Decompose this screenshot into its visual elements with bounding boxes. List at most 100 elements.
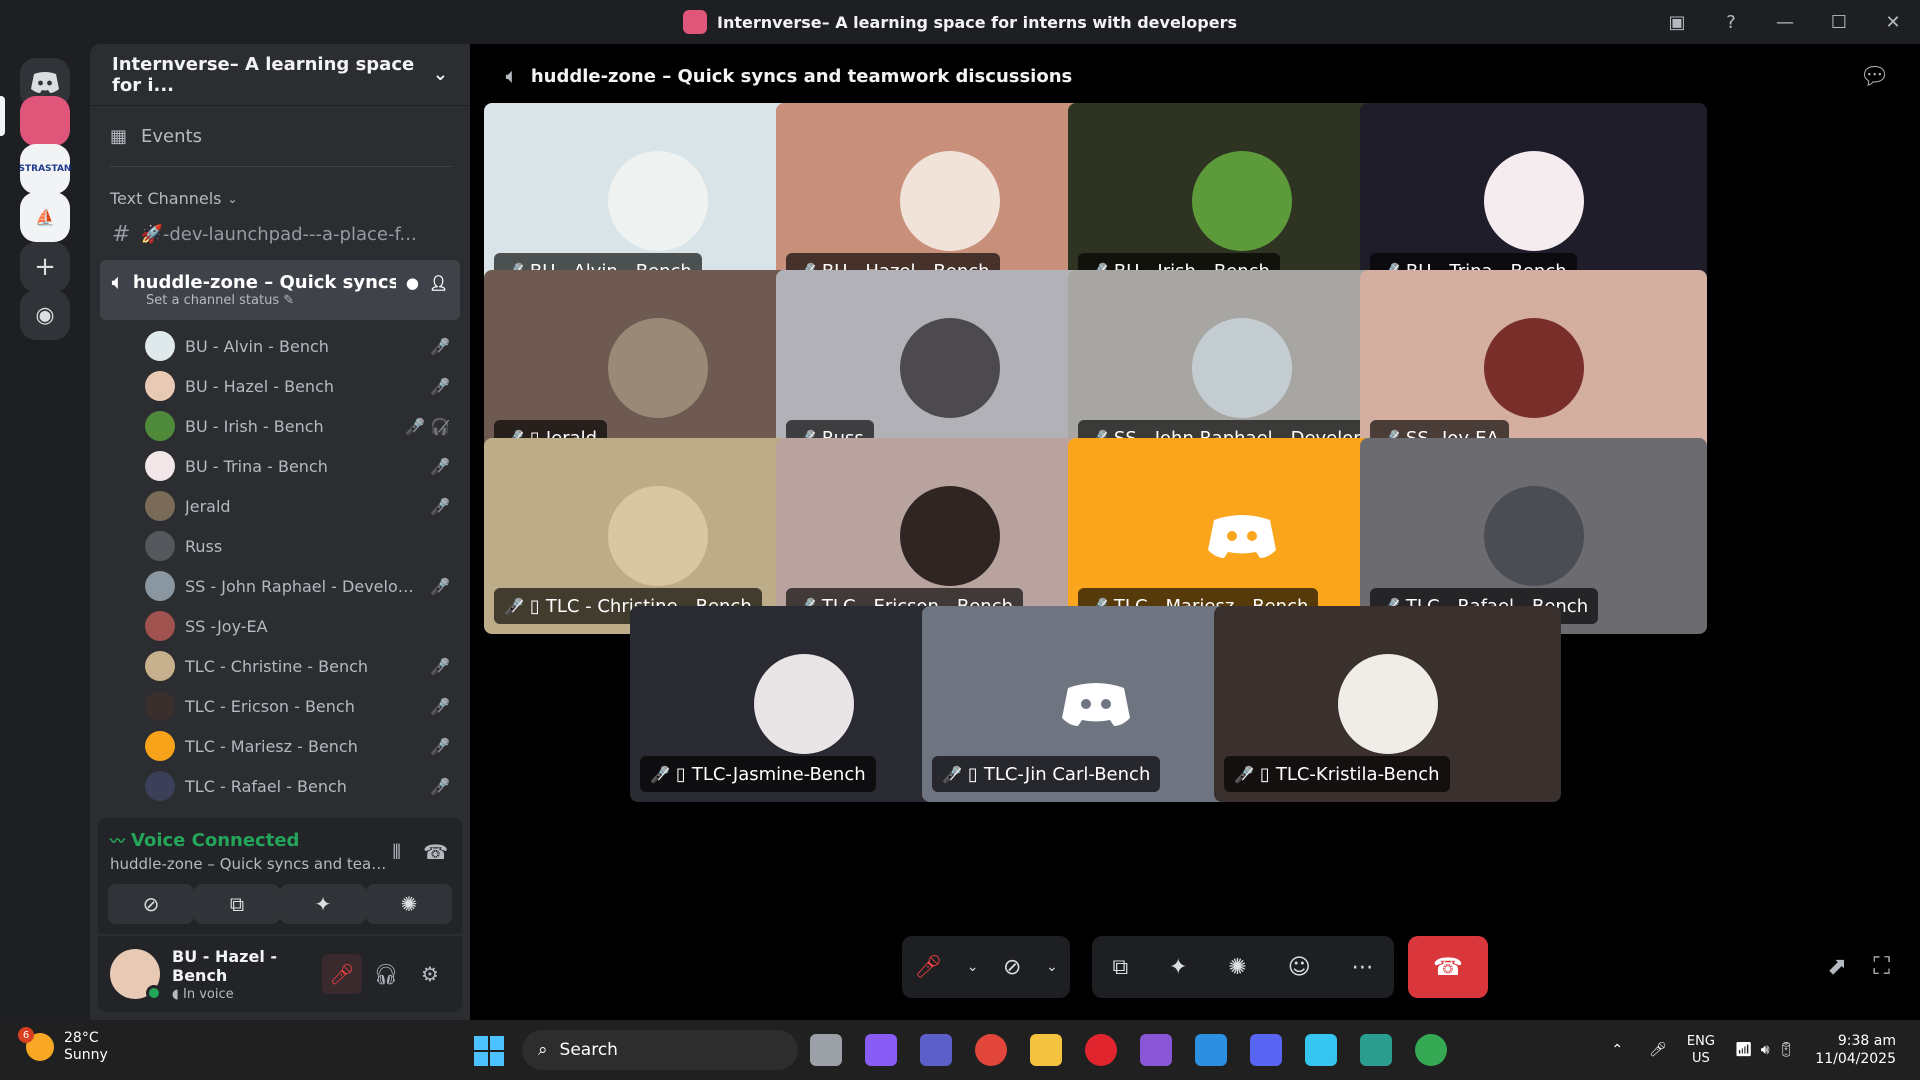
muted-mic-icon: 🎤̸: [430, 656, 450, 676]
discover-icon[interactable]: ◉: [20, 290, 70, 340]
screen-share-button[interactable]: ⧉: [1112, 955, 1128, 980]
call-header: 🔈︎ huddle-zone – Quick syncs and teamwor…: [470, 44, 1920, 108]
teams-icon[interactable]: [920, 1034, 952, 1066]
voice-member[interactable]: BU - Irish - Bench 🎤̸ 🎧̸: [90, 406, 470, 446]
participant-tile[interactable]: 🎤̸ ▯ TLC-Kristila-Bench: [1214, 606, 1561, 802]
participant-avatar: [1483, 318, 1584, 418]
emoji-reaction-button[interactable]: ☺: [1288, 955, 1311, 980]
participant-tile[interactable]: 🎤̸SS -Joy-EA: [1360, 270, 1707, 466]
weather-widget[interactable]: 6 28°C Sunny: [18, 1027, 108, 1064]
help-icon[interactable]: ?: [1704, 0, 1758, 44]
more-options-button[interactable]: ⋯: [1352, 955, 1374, 980]
discord-taskbar-icon[interactable]: [1250, 1034, 1282, 1066]
voice-member[interactable]: TLC - Christine - Bench 🎤̸: [90, 646, 470, 686]
battery-icon[interactable]: 🔋︎: [1778, 1042, 1796, 1058]
camera-options-chevron-icon[interactable]: ⌄: [1046, 959, 1058, 975]
voice-connected-title[interactable]: Voice Connected: [131, 830, 299, 851]
chevron-up-icon[interactable]: ⌃: [1611, 1042, 1623, 1058]
participant-avatar: [899, 486, 1000, 586]
disconnect-call-button[interactable]: ☎: [1408, 936, 1488, 998]
server-list: STRASTAN ⛵ + ◉: [0, 44, 90, 1020]
voice-member[interactable]: TLC - Ericson - Bench 🎤̸: [90, 686, 470, 726]
wifi-icon[interactable]: 📶︎: [1735, 1042, 1753, 1058]
calendar-icon: ▦: [110, 125, 128, 147]
language-indicator[interactable]: ENG US: [1687, 1033, 1715, 1067]
copilot-icon[interactable]: [865, 1034, 897, 1066]
voice-member[interactable]: SS - John Raphael - Develop... 🎤̸: [90, 566, 470, 606]
vscode-icon[interactable]: [1195, 1034, 1227, 1066]
taskbar-search[interactable]: ⌕ Search: [522, 1030, 798, 1070]
fullscreen-icon[interactable]: ⛶: [1873, 952, 1890, 980]
chrome-icon[interactable]: [975, 1034, 1007, 1066]
events-item[interactable]: ▦ Events: [90, 106, 470, 166]
deafen-headphone-button[interactable]: 🎧︎: [366, 954, 406, 994]
slack-icon[interactable]: [1305, 1034, 1337, 1066]
voice-member[interactable]: BU - Trina - Bench 🎤̸: [90, 446, 470, 486]
user-settings-gear-icon[interactable]: ⚙: [410, 954, 450, 994]
voice-member[interactable]: BU - Hazel - Bench 🎤̸: [90, 366, 470, 406]
server-header[interactable]: Internverse– A learning space for i... ⌄: [90, 44, 470, 106]
channel-status[interactable]: Set a channel status ✎: [146, 293, 294, 308]
voice-member[interactable]: Jerald 🎤̸: [90, 486, 470, 526]
chat-bubble-icon[interactable]: ●: [406, 274, 419, 292]
server-internverse-icon[interactable]: [20, 96, 70, 146]
search-icon: ⌕: [538, 1040, 548, 1060]
muted-mic-icon: 🎤̸: [430, 456, 450, 476]
events-label: Events: [141, 125, 202, 147]
noise-suppression-icon[interactable]: ⦀: [392, 840, 401, 864]
voice-member[interactable]: TLC - Mariesz - Bench 🎤̸: [90, 726, 470, 766]
windows-start-icon[interactable]: [474, 1036, 504, 1066]
mic-options-chevron-icon[interactable]: ⌄: [967, 959, 979, 975]
activities-button[interactable]: ✦: [1169, 955, 1187, 980]
activities-button[interactable]: ✦: [280, 884, 366, 924]
category-text-channels[interactable]: Text Channels ⌄: [90, 167, 470, 208]
muted-mic-icon: 🎤̸ 🎧̸: [405, 416, 450, 436]
microphone-icon[interactable]: 🎤︎: [1649, 1042, 1667, 1058]
app-cube-icon[interactable]: [1360, 1034, 1392, 1066]
chrome-profile-icon[interactable]: [1415, 1034, 1447, 1066]
channel-huddle-zone[interactable]: 🔈︎ huddle-zone – Quick syncs... ● 👤︎ Set…: [100, 260, 460, 320]
voice-member[interactable]: BU - Alvin - Bench 🎤̸: [90, 326, 470, 366]
file-explorer-icon[interactable]: [1030, 1034, 1062, 1066]
voice-member[interactable]: TLC - Rafael - Bench 🎤̸: [90, 766, 470, 806]
participant-tile[interactable]: 🎤̸TLC - Rafael - Bench: [1360, 438, 1707, 634]
mic-muted-button[interactable]: 🎤︎: [914, 955, 942, 980]
pop-out-icon[interactable]: ⬈: [1827, 952, 1847, 980]
open-chat-icon[interactable]: 💬︎: [1860, 62, 1890, 90]
inbox-icon[interactable]: ▣: [1650, 0, 1704, 44]
mute-microphone-button[interactable]: 🎤︎: [322, 954, 362, 994]
voice-channel-subtitle[interactable]: huddle-zone – Quick syncs and teamwork .…: [110, 855, 390, 873]
avatar: [145, 651, 175, 681]
server-sailboat-icon[interactable]: ⛵: [20, 192, 70, 242]
camera-off-button[interactable]: ⊘: [108, 884, 194, 924]
close-button[interactable]: ✕: [1866, 0, 1920, 44]
weather-temp: 28°C: [64, 1030, 99, 1046]
voice-member[interactable]: SS -Joy-EA: [90, 606, 470, 646]
maximize-button[interactable]: ☐: [1812, 0, 1866, 44]
visual-studio-icon[interactable]: [1140, 1034, 1172, 1066]
avatar: [145, 371, 175, 401]
camera-off-button[interactable]: ⊘: [1003, 955, 1021, 980]
avatar: [145, 331, 175, 361]
mobile-phone-icon: ▯: [529, 595, 540, 617]
server-strastan-icon[interactable]: STRASTAN: [19, 144, 71, 194]
screen-share-button[interactable]: ⧉: [194, 884, 280, 924]
minimize-button[interactable]: —: [1758, 0, 1812, 44]
clock[interactable]: 9:38 am 11/04/2025: [1815, 1032, 1896, 1068]
opera-icon[interactable]: [1085, 1034, 1117, 1066]
soundboard-button[interactable]: ✺: [366, 884, 452, 924]
user-name[interactable]: BU - Hazel - Bench: [172, 947, 318, 985]
selected-server-pill: [0, 96, 5, 136]
channel-dev-launchpad[interactable]: # 🚀-dev-launchpad---a-place-f...: [100, 216, 460, 252]
voice-member[interactable]: Russ: [90, 526, 470, 566]
invite-members-icon[interactable]: 👤︎: [429, 274, 448, 292]
member-name: BU - Alvin - Bench: [185, 336, 329, 356]
disconnect-icon[interactable]: ☎: [423, 840, 448, 864]
muted-mic-icon: 🎤̸: [430, 736, 450, 756]
avatar: [145, 451, 175, 481]
soundboard-button[interactable]: ✺: [1228, 955, 1246, 980]
task-view-icon[interactable]: [810, 1034, 842, 1066]
volume-icon[interactable]: 🔊︎: [1761, 1042, 1770, 1058]
avatar[interactable]: [110, 949, 162, 1001]
add-server-icon[interactable]: +: [20, 242, 70, 292]
